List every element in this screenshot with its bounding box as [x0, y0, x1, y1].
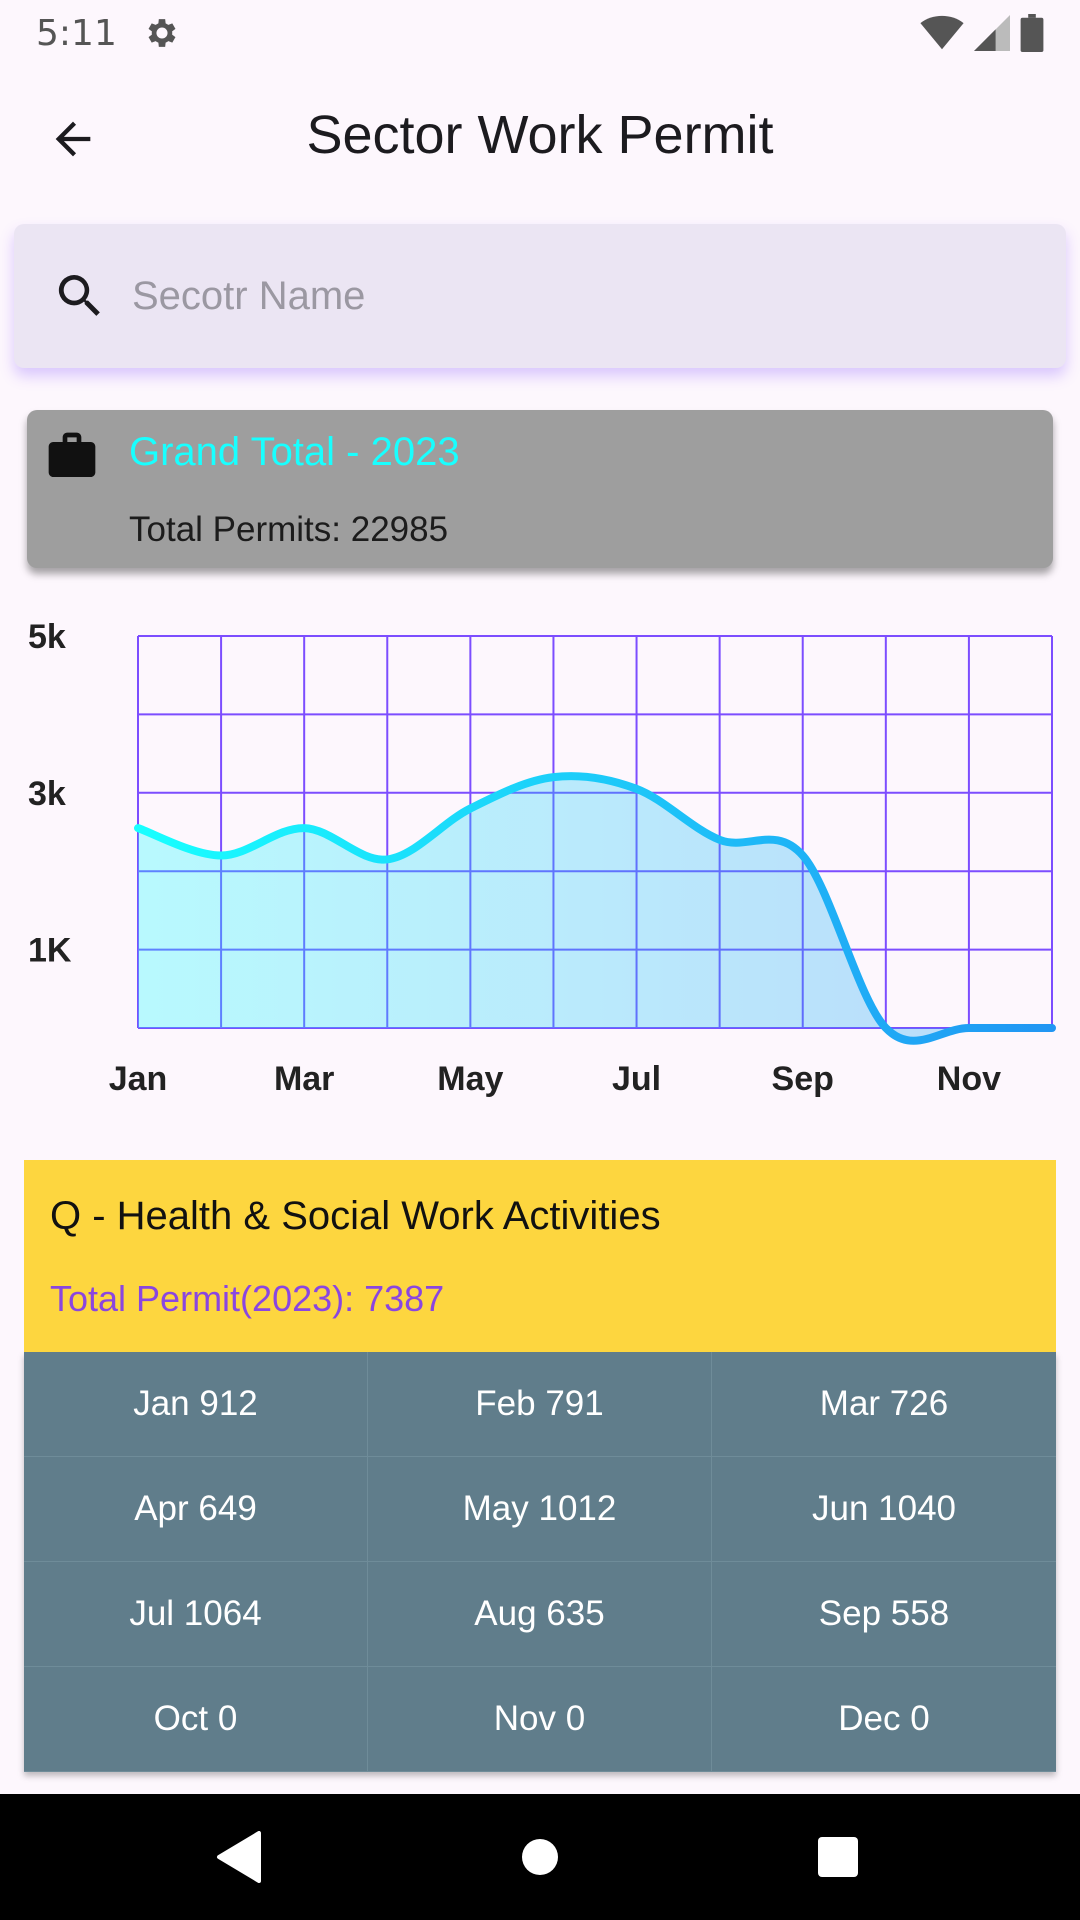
month-cell-jun: Jun 1040 — [712, 1457, 1056, 1562]
wifi-icon — [920, 15, 964, 50]
chart-y-tick-label: 5k — [28, 618, 66, 656]
month-cell-nov: Nov 0 — [368, 1667, 712, 1772]
chart-area-fill — [138, 776, 1052, 1041]
sector-name: Q - Health & Social Work Activities — [50, 1194, 661, 1238]
chart-x-tick-label: May — [437, 1060, 503, 1098]
settings-gear-icon — [148, 19, 176, 47]
month-cell-jul: Jul 1064 — [24, 1562, 368, 1667]
cell-signal-icon — [974, 15, 1010, 51]
month-cell-sep: Sep 558 — [712, 1562, 1056, 1667]
chart-x-tick-label: Jul — [612, 1060, 661, 1098]
grand-total-card[interactable]: Grand Total - 2023 Total Permits: 22985 — [27, 410, 1053, 568]
nav-home-circle-icon — [522, 1839, 558, 1875]
month-cell-mar: Mar 726 — [712, 1352, 1056, 1457]
nav-back-button[interactable] — [203, 1822, 273, 1892]
month-cell-may: May 1012 — [368, 1457, 712, 1562]
chart-svg: 5k 3k 1K Jan Mar May Jul Sep Nov — [28, 618, 1056, 1098]
month-cell-feb: Feb 791 — [368, 1352, 712, 1457]
system-nav-bar — [0, 1794, 1080, 1920]
battery-icon — [1020, 14, 1044, 52]
briefcase-icon — [48, 432, 96, 477]
chart-x-tick-label: Nov — [937, 1060, 1001, 1098]
month-cell-oct: Oct 0 — [24, 1667, 368, 1772]
sector-card[interactable]: Q - Health & Social Work Activities Tota… — [24, 1160, 1056, 1772]
status-bar: 5:11 — [0, 0, 1080, 66]
month-cell-apr: Apr 649 — [24, 1457, 368, 1562]
chart-x-tick-label: Jan — [109, 1060, 168, 1098]
nav-back-triangle-icon — [217, 1831, 261, 1883]
month-cell-dec: Dec 0 — [712, 1667, 1056, 1772]
nav-recents-square-icon — [818, 1837, 858, 1877]
grand-total-title: Grand Total - 2023 — [129, 430, 460, 474]
month-cell-aug: Aug 635 — [368, 1562, 712, 1667]
sector-total-permit: Total Permit(2023): 7387 — [50, 1278, 445, 1319]
sector-name-input[interactable] — [132, 273, 992, 319]
chart-y-tick-label: 3k — [28, 775, 66, 813]
status-indicators — [920, 14, 1044, 52]
chart-x-tick-label: Mar — [274, 1060, 334, 1098]
nav-recents-button[interactable] — [803, 1822, 873, 1892]
permits-line-chart: 5k 3k 1K Jan Mar May Jul Sep Nov — [0, 600, 1080, 1120]
nav-home-button[interactable] — [505, 1822, 575, 1892]
chart-x-tick-label: Sep — [772, 1060, 834, 1098]
month-cell-jan: Jan 912 — [24, 1352, 368, 1457]
page-title: Sector Work Permit — [306, 105, 774, 165]
chart-y-tick-label: 1K — [28, 932, 72, 970]
sector-header: Q - Health & Social Work Activities Tota… — [24, 1160, 1056, 1352]
monthly-permit-grid: Jan 912 Feb 791 Mar 726 Apr 649 May 1012… — [24, 1352, 1056, 1772]
search-icon — [58, 275, 100, 316]
status-time: 5:11 — [36, 12, 117, 54]
total-permits-text: Total Permits: 22985 — [129, 510, 449, 549]
search-bar — [14, 224, 1066, 368]
app-bar: Sector Work Permit — [0, 66, 1080, 210]
